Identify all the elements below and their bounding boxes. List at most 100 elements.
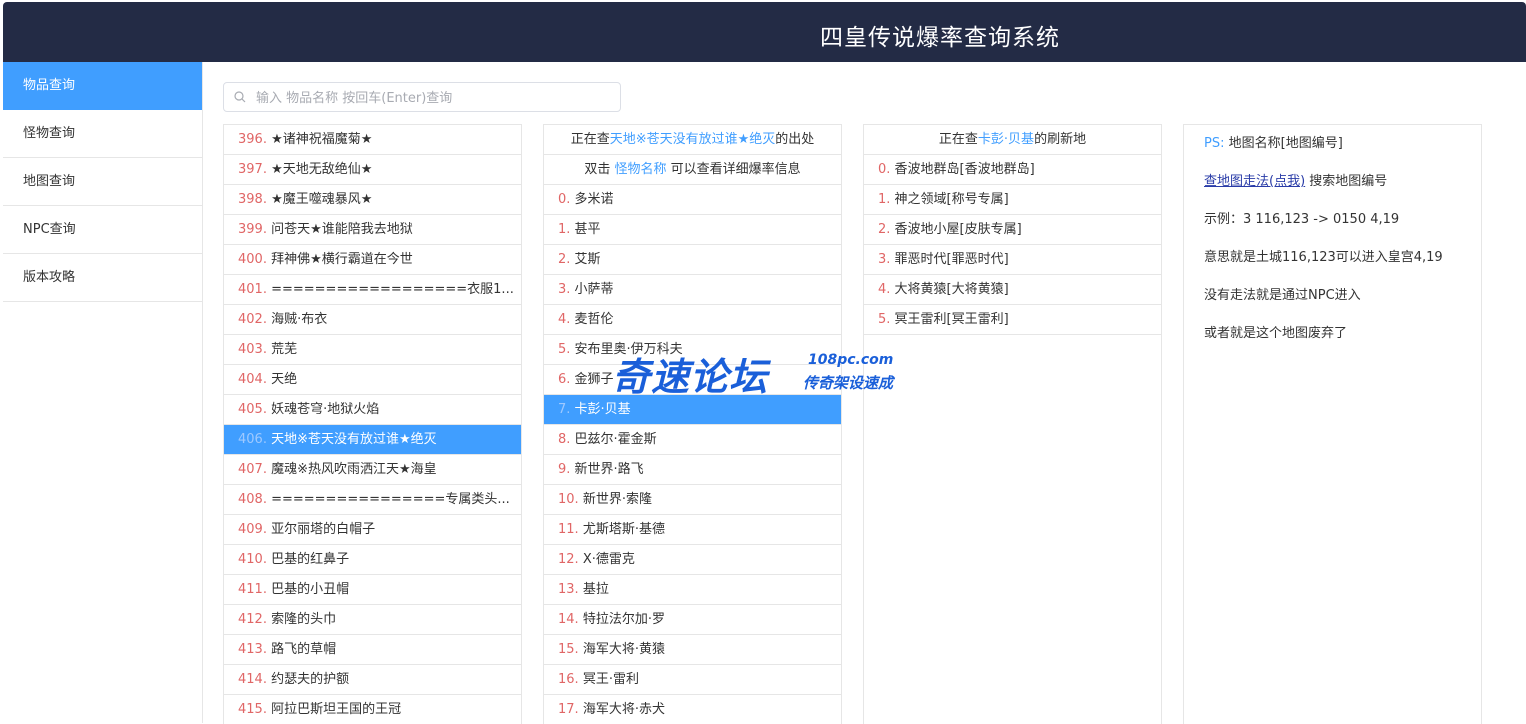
monster-row[interactable]: 0. 多米诺 <box>544 185 841 215</box>
row-label: 亚尔丽塔的白帽子 <box>271 522 376 537</box>
monster-row[interactable]: 17. 海军大将·赤犬 <box>544 695 841 724</box>
row-index: 406. <box>238 432 267 447</box>
item-row[interactable]: 413. 路飞的草帽 <box>224 635 521 665</box>
row-index: 7. <box>558 402 571 417</box>
row-label: 拜神佛★横行霸道在今世 <box>271 252 413 267</box>
row-index: 400. <box>238 252 267 267</box>
row-label: 香波地小屋[皮肤专属] <box>894 222 1022 237</box>
header-prefix: 正在查 <box>570 132 610 147</box>
map-route-suffix: 搜索地图编号 <box>1305 174 1388 189</box>
ps-label: PS: <box>1204 136 1225 151</box>
item-row[interactable]: 397. ★天地无敌绝仙★ <box>224 155 521 185</box>
row-label: X·德雷克 <box>582 552 635 567</box>
map-route-line: 查地图走法(点我) 搜索地图编号 <box>1184 167 1481 205</box>
map-route-link[interactable]: 查地图走法(点我) <box>1204 174 1305 189</box>
monster-row[interactable]: 2. 艾斯 <box>544 245 841 275</box>
spawn-panel-header: 正在查卡彭·贝基的刷新地 <box>864 125 1161 155</box>
monster-row[interactable]: 4. 麦哲伦 <box>544 305 841 335</box>
row-index: 3. <box>558 282 571 297</box>
monster-row[interactable]: 1. 甚平 <box>544 215 841 245</box>
sidebar-item-map-query[interactable]: 地图查询 <box>3 158 202 206</box>
monster-list: 0. 多米诺 1. 甚平 2. 艾斯 3. 小萨蒂 4. 麦哲伦 5. 安布里奥·伊万科夫… <box>544 185 841 724</box>
map-row[interactable]: 1. 神之领域[称号专属] <box>864 185 1161 215</box>
row-label: 金狮子 <box>574 372 614 387</box>
sidebar-item-npc-query[interactable]: NPC查询 <box>3 206 202 254</box>
item-row[interactable]: 411. 巴基的小丑帽 <box>224 575 521 605</box>
item-row[interactable]: 406. 天地※苍天没有放过谁★绝灭 <box>224 425 521 455</box>
meaning-text: 意思就是土城116,123可以进入皇宫4,19 <box>1204 250 1443 265</box>
row-index: 1. <box>558 222 571 237</box>
row-index: 6. <box>558 372 571 387</box>
search-input[interactable] <box>254 84 618 112</box>
row-index: 12. <box>558 552 579 567</box>
item-row[interactable]: 403. 荒芜 <box>224 335 521 365</box>
map-row[interactable]: 2. 香波地小屋[皮肤专属] <box>864 215 1161 245</box>
row-index: 397. <box>238 162 267 177</box>
item-row[interactable]: 415. 阿拉巴斯坦王国的王冠 <box>224 695 521 724</box>
row-index: 404. <box>238 372 267 387</box>
monster-row[interactable]: 16. 冥王·雷利 <box>544 665 841 695</box>
item-row[interactable]: 405. 妖魂苍穹·地狱火焰 <box>224 395 521 425</box>
item-row[interactable]: 402. 海贼·布衣 <box>224 305 521 335</box>
item-row[interactable]: 404. 天绝 <box>224 365 521 395</box>
header-suffix: 的出处 <box>775 132 815 147</box>
monster-row[interactable]: 3. 小萨蒂 <box>544 275 841 305</box>
item-list-panel: 396. ★诸神祝福魔菊★ 397. ★天地无敌绝仙★ 398. ★魔王噬魂暴风★ 3… <box>223 124 522 724</box>
info-panel: PS: 地图名称[地图编号] 查地图走法(点我) 搜索地图编号 示例：3 116… <box>1183 124 1482 724</box>
item-row[interactable]: 401. ==================衣服1... <box>224 275 521 305</box>
sidebar-item-monster-query[interactable]: 怪物查询 <box>3 110 202 158</box>
row-label: 大将黄猿[大将黄猿] <box>894 282 1009 297</box>
monster-row[interactable]: 13. 基拉 <box>544 575 841 605</box>
row-label: 多米诺 <box>574 192 614 207</box>
row-label: 香波地群岛[香波地群岛] <box>894 162 1035 177</box>
item-row[interactable]: 409. 亚尔丽塔的白帽子 <box>224 515 521 545</box>
drop-panel-hint: 双击 怪物名称 可以查看详细爆率信息 <box>544 155 841 185</box>
item-row[interactable]: 408. ================专属类头... <box>224 485 521 515</box>
row-index: 13. <box>558 582 579 597</box>
row-label: 索隆的头巾 <box>271 612 337 627</box>
item-row[interactable]: 396. ★诸神祝福魔菊★ <box>224 125 521 155</box>
row-label: 艾斯 <box>574 252 601 267</box>
monster-row[interactable]: 8. 巴兹尔·霍金斯 <box>544 425 841 455</box>
header-prefix: 正在查 <box>938 132 978 147</box>
monster-row[interactable]: 12. X·德雷克 <box>544 545 841 575</box>
monster-row[interactable]: 14. 特拉法尔加·罗 <box>544 605 841 635</box>
sidebar: 物品查询 怪物查询 地图查询 NPC查询 版本攻略 <box>3 62 203 723</box>
row-index: 17. <box>558 702 579 717</box>
item-row[interactable]: 410. 巴基的红鼻子 <box>224 545 521 575</box>
map-row[interactable]: 5. 冥王雷利[冥王雷利] <box>864 305 1161 335</box>
item-row[interactable]: 400. 拜神佛★横行霸道在今世 <box>224 245 521 275</box>
spawn-location-panel: 正在查卡彭·贝基的刷新地 0. 香波地群岛[香波地群岛] 1. 神之领域[称号专属… <box>863 124 1162 724</box>
monster-row[interactable]: 15. 海军大将·黄猿 <box>544 635 841 665</box>
item-row[interactable]: 414. 约瑟夫的护额 <box>224 665 521 695</box>
row-index: 5. <box>878 312 891 327</box>
row-label: 魔魂※热风吹雨洒江天★海皇 <box>271 462 437 477</box>
item-row[interactable]: 407. 魔魂※热风吹雨洒江天★海皇 <box>224 455 521 485</box>
row-index: 407. <box>238 462 267 477</box>
sidebar-item-version-guide[interactable]: 版本攻略 <box>3 254 202 302</box>
monster-row[interactable]: 10. 新世界·索隆 <box>544 485 841 515</box>
row-index: 413. <box>238 642 267 657</box>
row-label: 巴兹尔·霍金斯 <box>574 432 657 447</box>
row-label: 冥王雷利[冥王雷利] <box>894 312 1009 327</box>
sidebar-item-item-query[interactable]: 物品查询 <box>3 62 202 110</box>
monster-row[interactable]: 9. 新世界·路飞 <box>544 455 841 485</box>
row-label: 小萨蒂 <box>574 282 614 297</box>
map-row[interactable]: 4. 大将黄猿[大将黄猿] <box>864 275 1161 305</box>
row-label: 荒芜 <box>271 342 298 357</box>
example-text: 示例：3 116,123 -> 0150 4,19 <box>1204 212 1400 227</box>
map-row[interactable]: 0. 香波地群岛[香波地群岛] <box>864 155 1161 185</box>
row-index: 409. <box>238 522 267 537</box>
row-label: 海军大将·黄猿 <box>582 642 665 657</box>
item-row[interactable]: 399. 问苍天★谁能陪我去地狱 <box>224 215 521 245</box>
row-index: 16. <box>558 672 579 687</box>
row-index: 9. <box>558 462 571 477</box>
row-index: 2. <box>878 222 891 237</box>
map-row[interactable]: 3. 罪恶时代[罪恶时代] <box>864 245 1161 275</box>
row-label: 新世界·路飞 <box>574 462 644 477</box>
item-row[interactable]: 412. 索隆的头巾 <box>224 605 521 635</box>
row-label: 冥王·雷利 <box>582 672 639 687</box>
item-row[interactable]: 398. ★魔王噬魂暴风★ <box>224 185 521 215</box>
monster-row[interactable]: 11. 尤斯塔斯·基德 <box>544 515 841 545</box>
row-index: 4. <box>558 312 571 327</box>
